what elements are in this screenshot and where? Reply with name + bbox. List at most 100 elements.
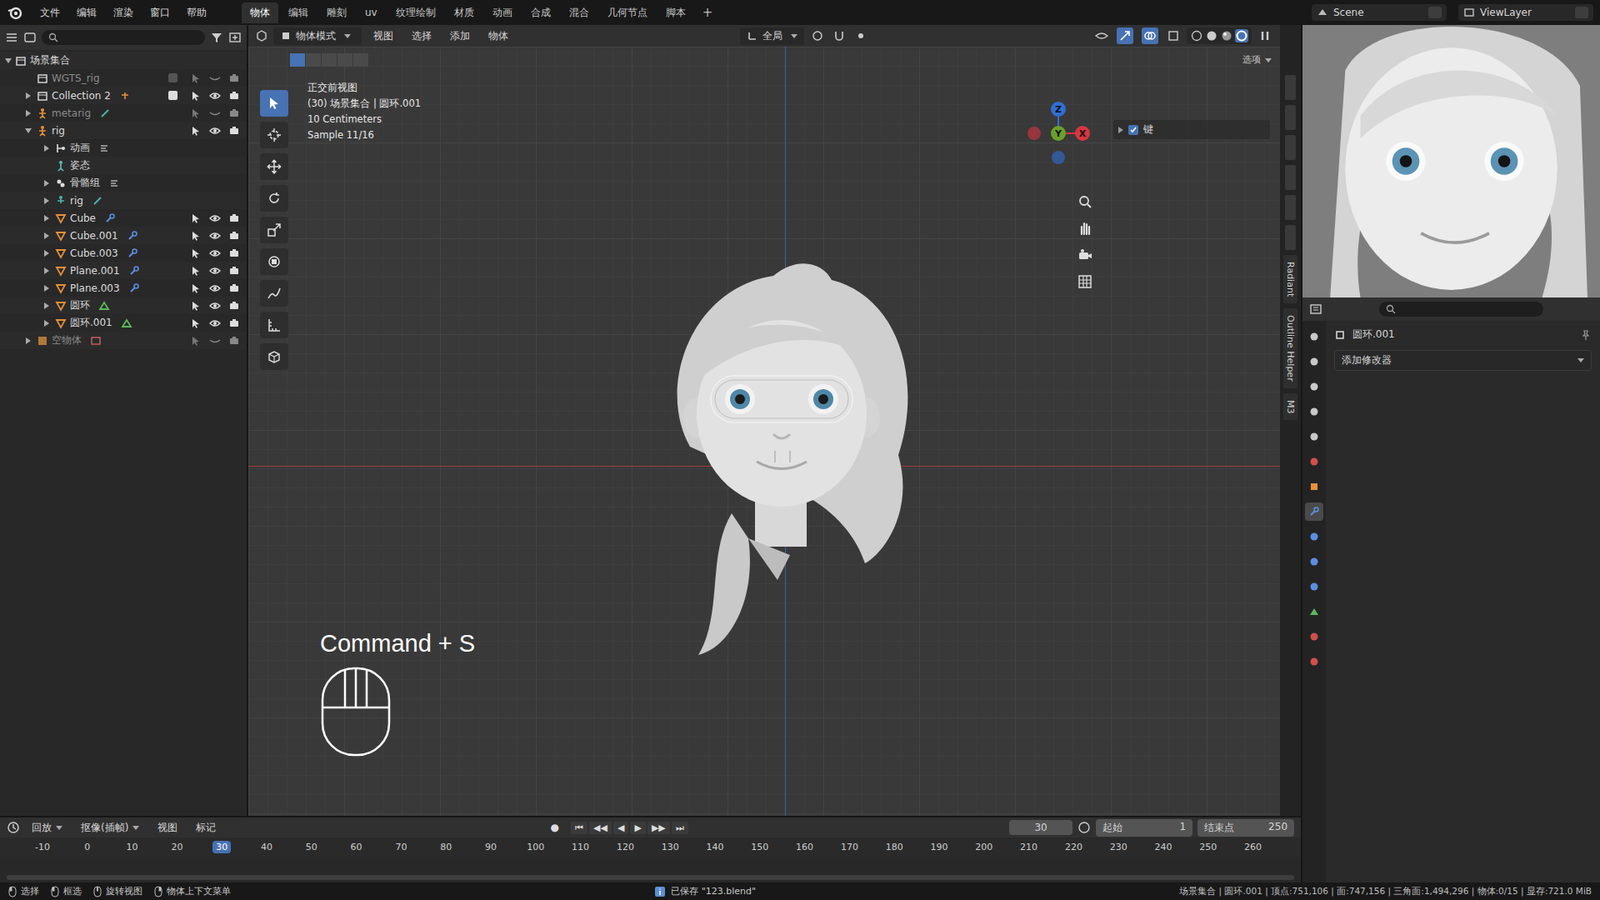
wireframe-shading-icon[interactable] [1190,29,1204,43]
scene-tab[interactable] [1305,427,1324,446]
frame-number[interactable]: 110 [568,840,593,854]
eye-open-icon[interactable] [209,317,221,330]
sidebar-tab[interactable]: Outline Helper [1283,308,1298,389]
eye-open-icon[interactable] [209,230,221,242]
negative-z-handle[interactable] [1051,150,1065,165]
frame-number[interactable]: 230 [1106,840,1131,854]
texture-tab[interactable] [1305,652,1324,671]
record-button[interactable]: ● [544,821,566,834]
eye-closed-icon[interactable] [209,72,221,85]
outliner-row[interactable]: Cube.001 [0,226,247,245]
render-camera-icon[interactable] [228,90,240,102]
sidebar-tab[interactable] [1285,165,1296,190]
frame-number[interactable]: 170 [837,840,862,854]
navigation-gizmo[interactable]: ZYX [1025,100,1092,167]
add-cube-tool[interactable] [260,343,289,370]
properties-search[interactable] [1379,301,1544,317]
outliner-row[interactable]: 场景集合 [0,51,247,70]
outliner-row[interactable]: WGTS_rig [0,69,247,87]
view-layer-selector[interactable]: ViewLayer [1458,4,1594,21]
frame-number[interactable]: 90 [481,840,500,854]
add-workspace-button[interactable]: + [695,3,720,22]
object-tab[interactable] [1305,477,1324,496]
workspace-tab[interactable]: uv [356,3,386,22]
select-toggle-icon[interactable] [190,72,202,85]
transport-button[interactable]: ▶▶ [647,821,670,835]
expand-toggle-icon[interactable] [44,250,50,257]
frame-number[interactable]: 100 [523,840,548,854]
transport-button[interactable]: ▶ [630,821,645,835]
key-checkbox[interactable] [1128,125,1139,135]
y-axis-handle[interactable]: Y [1050,125,1066,141]
outliner-row[interactable]: Collection 2 [0,86,247,105]
negative-x-handle[interactable] [1027,126,1041,140]
workspace-tab[interactable]: 物体 [241,2,279,24]
frame-number[interactable]: 210 [1016,840,1041,854]
frame-number[interactable]: 140 [703,840,728,854]
filter-icon[interactable] [210,30,224,45]
outliner-row[interactable]: 圆环.001 [0,314,247,332]
material-shading-icon[interactable] [1220,29,1234,43]
select-new-button[interactable] [290,53,305,67]
proportional-icon[interactable] [854,29,868,43]
sidebar-tab[interactable] [1285,135,1296,160]
menu-item[interactable]: 帮助 [180,3,214,23]
outliner-row[interactable]: 姿态 [0,156,247,175]
frame-number[interactable]: 220 [1061,840,1086,854]
frame-number[interactable]: 80 [436,840,455,854]
visibility-icon[interactable] [1095,29,1109,43]
eye-closed-icon[interactable] [209,107,221,120]
frame-number[interactable]: 20 [167,840,186,854]
select-toggle-icon[interactable] [190,300,202,312]
timeline-menu[interactable]: 回放 [25,818,70,838]
xray-icon[interactable] [1166,29,1180,43]
select-subtract-button[interactable] [321,53,337,67]
menu-item[interactable]: 窗口 [143,3,177,23]
workspace-tab[interactable]: 材质 [445,2,483,24]
timeline-track[interactable] [0,857,1301,883]
expand-toggle-icon[interactable] [5,58,12,64]
frame-number[interactable]: 160 [792,840,817,854]
move-tool[interactable] [260,153,289,180]
render-camera-icon[interactable] [228,300,240,312]
expand-toggle-icon[interactable] [44,320,50,327]
workspace-tab[interactable]: 编辑 [280,2,317,24]
outliner-row[interactable]: Plane.001 [0,261,247,280]
frame-number[interactable]: 190 [927,840,952,854]
timeline-scrollbar[interactable] [6,875,1295,880]
camera-view-icon[interactable] [1076,246,1094,264]
modifier-tab[interactable] [1305,502,1324,521]
sidebar-tab[interactable]: M3 [1283,393,1298,421]
viewport-menu[interactable]: 选择 [405,26,439,46]
expand-toggle-icon[interactable] [44,215,50,222]
expand-toggle-icon[interactable] [44,267,50,275]
render-camera-icon[interactable] [228,317,240,330]
eye-open-icon[interactable] [209,300,221,312]
frame-number[interactable]: 130 [658,840,683,854]
editor-type-icon[interactable] [255,29,269,43]
material-tab[interactable] [1305,627,1324,646]
sidebar-tab[interactable] [1285,225,1296,250]
annotate-tool[interactable] [260,280,289,307]
transport-button[interactable]: ⏮ [570,821,588,835]
outliner-row[interactable]: metarig [0,104,247,122]
timeline-menu[interactable]: 标记 [189,818,223,838]
frame-number[interactable]: 10 [123,840,142,854]
frame-number[interactable]: 200 [971,840,996,854]
timeline-menu[interactable]: 抠像(插帧) [74,818,146,838]
outliner-row[interactable]: rig [0,121,247,140]
start-frame-field[interactable]: 起始1 [1095,819,1193,837]
zoom-icon[interactable] [1076,193,1094,210]
editor-type-icon[interactable] [5,30,19,45]
select-toggle-icon[interactable] [190,212,202,225]
frame-number[interactable]: 50 [302,840,321,854]
workspace-tab[interactable]: 混合 [560,2,598,24]
outliner-row[interactable]: 动画 [0,139,247,157]
eye-closed-icon[interactable] [209,335,221,347]
workspace-tab[interactable]: 动画 [484,2,521,24]
select-toggle-icon[interactable] [190,125,202,137]
gizmo-toggle-icon[interactable] [1116,27,1134,45]
physics-tab[interactable] [1305,552,1324,571]
menu-item[interactable]: 渲染 [106,3,140,23]
viewport-menu[interactable]: 视图 [366,26,400,46]
